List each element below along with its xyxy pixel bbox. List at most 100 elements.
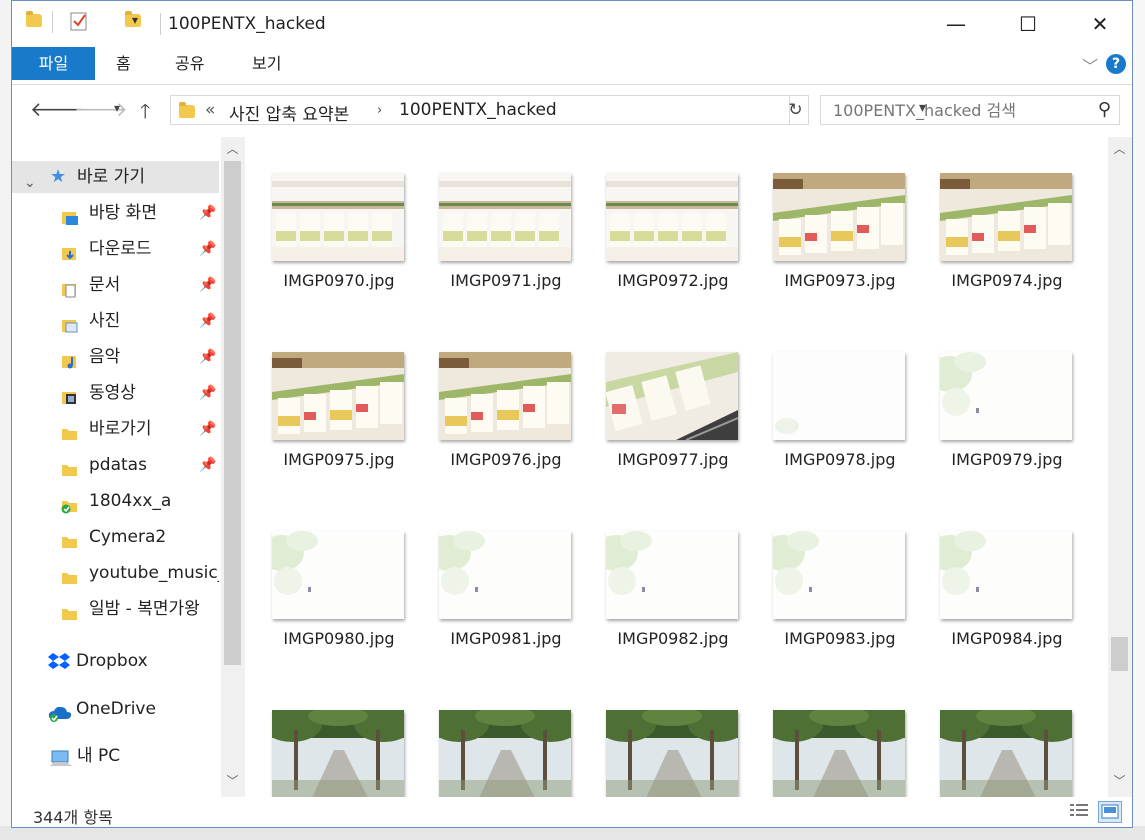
image-thumbnail[interactable]: [606, 531, 738, 619]
search-input[interactable]: [831, 100, 1085, 121]
breadcrumb-parent[interactable]: 사진 압축 요약본: [229, 100, 349, 125]
file-tile[interactable]: IMGP0971.jpg: [426, 159, 586, 309]
pin-icon[interactable]: 📌: [199, 413, 216, 445]
search-box[interactable]: ⚲: [820, 95, 1120, 125]
sidebar-item-3[interactable]: 문서 📌: [12, 269, 219, 301]
refresh-icon[interactable]: ↻: [783, 95, 809, 125]
image-thumbnail[interactable]: [606, 173, 738, 261]
file-tile[interactable]: IMGP0973.jpg: [760, 159, 920, 309]
sidebar-item-11[interactable]: youtube_music_: [12, 557, 219, 589]
search-icon[interactable]: ⚲: [1098, 99, 1111, 120]
properties-check-icon[interactable]: [70, 11, 88, 31]
recent-locations-chevron-icon[interactable]: ▾: [114, 101, 120, 115]
image-thumbnail[interactable]: [439, 352, 571, 440]
image-thumbnail[interactable]: [439, 710, 571, 797]
file-tile[interactable]: IMGP0977.jpg: [593, 338, 753, 488]
help-button[interactable]: ?: [1106, 54, 1126, 74]
file-tile[interactable]: IMGP0974.jpg: [927, 159, 1087, 309]
tab-view[interactable]: 보기: [252, 47, 281, 80]
scroll-down-arrow-icon[interactable]: ﹀: [224, 773, 241, 790]
image-thumbnail[interactable]: [606, 352, 738, 440]
scroll-down-arrow-icon[interactable]: ﹀: [1111, 773, 1128, 790]
breadcrumb-separator-icon[interactable]: ›: [377, 103, 382, 118]
tab-file[interactable]: 파일: [12, 47, 95, 80]
sidebar-item-this-pc[interactable]: 내 PC: [12, 740, 219, 772]
file-tile[interactable]: IMGP0978.jpg: [760, 338, 920, 488]
file-name: IMGP0979.jpg: [951, 450, 1063, 469]
image-thumbnail[interactable]: [940, 531, 1072, 619]
customize-toolbar-dropdown-icon[interactable]: ▾: [132, 13, 138, 27]
nav-pane-scrollbar[interactable]: ︿ ﹀: [221, 137, 245, 797]
sidebar-item-12[interactable]: 일밤 - 복면가왕: [12, 593, 219, 625]
sidebar-item-9[interactable]: 1804xx_a: [12, 485, 219, 517]
sidebar-item-8[interactable]: pdatas 📌: [12, 449, 219, 481]
sidebar-item-4[interactable]: 사진 📌: [12, 305, 219, 337]
file-tile[interactable]: IMGP0970.jpg: [259, 159, 419, 309]
file-tile[interactable]: IMGP0984.jpg: [927, 517, 1087, 667]
file-tile[interactable]: [426, 696, 586, 797]
pin-icon[interactable]: 📌: [199, 269, 216, 301]
file-tile[interactable]: IMGP0980.jpg: [259, 517, 419, 667]
file-tile[interactable]: IMGP0972.jpg: [593, 159, 753, 309]
large-icons-view-icon[interactable]: [1098, 801, 1122, 823]
nav-scroll-thumb[interactable]: [224, 161, 241, 665]
pin-icon[interactable]: 📌: [199, 197, 216, 229]
pin-icon[interactable]: 📌: [199, 305, 216, 337]
image-thumbnail[interactable]: [773, 173, 905, 261]
file-tile[interactable]: IMGP0982.jpg: [593, 517, 753, 667]
file-tile[interactable]: IMGP0975.jpg: [259, 338, 419, 488]
tab-share[interactable]: 공유: [175, 47, 204, 80]
maximize-button[interactable]: ☐: [1004, 1, 1052, 47]
image-thumbnail[interactable]: [606, 710, 738, 797]
pin-icon[interactable]: 📌: [199, 341, 216, 373]
sidebar-item-quick-access[interactable]: ⌄ ★ 바로 가기: [12, 161, 219, 193]
breadcrumb-current[interactable]: 100PENTX_hacked: [399, 100, 557, 120]
pin-icon[interactable]: 📌: [199, 233, 216, 265]
scroll-up-arrow-icon[interactable]: ︿: [224, 141, 241, 158]
up-arrow-icon[interactable]: 🡑: [140, 97, 150, 131]
image-thumbnail[interactable]: [940, 173, 1072, 261]
file-tile[interactable]: [259, 696, 419, 797]
navigation-pane: ⌄ ★ 바로 가기 바탕 화면 📌 다운로드 📌 문서 📌 사진 📌 음악 📌 동영상 📌 바로가기 📌 p…: [12, 137, 246, 797]
file-tile[interactable]: IMGP0983.jpg: [760, 517, 920, 667]
file-tile[interactable]: IMGP0976.jpg: [426, 338, 586, 488]
sidebar-item-2[interactable]: 다운로드 📌: [12, 233, 219, 265]
details-view-icon[interactable]: [1068, 801, 1092, 823]
close-button[interactable]: ✕: [1076, 1, 1124, 47]
image-thumbnail[interactable]: [773, 710, 905, 797]
pin-icon[interactable]: 📌: [199, 377, 216, 409]
image-thumbnail[interactable]: [272, 710, 404, 797]
pin-icon[interactable]: 📌: [199, 449, 216, 481]
address-bar[interactable]: « 사진 압축 요약본 › 100PENTX_hacked ▾: [170, 95, 926, 125]
sidebar-item-6[interactable]: 동영상 📌: [12, 377, 219, 409]
expand-chevron-icon[interactable]: ⌄: [24, 167, 36, 193]
file-tile[interactable]: [593, 696, 753, 797]
image-thumbnail[interactable]: [773, 531, 905, 619]
image-thumbnail[interactable]: [272, 173, 404, 261]
image-thumbnail[interactable]: [940, 710, 1072, 797]
minimize-button[interactable]: —: [932, 1, 980, 47]
file-tile[interactable]: IMGP0979.jpg: [927, 338, 1087, 488]
expand-ribbon-chevron-icon[interactable]: ﹀: [1082, 53, 1098, 77]
image-thumbnail[interactable]: [272, 352, 404, 440]
content-scrollbar[interactable]: ︿ ﹀: [1108, 137, 1132, 797]
image-thumbnail[interactable]: [439, 531, 571, 619]
content-scroll-thumb[interactable]: [1111, 637, 1128, 671]
sidebar-item-5[interactable]: 음악 📌: [12, 341, 219, 373]
scroll-up-arrow-icon[interactable]: ︿: [1111, 141, 1128, 158]
image-thumbnail[interactable]: [439, 173, 571, 261]
desktop-background-right: [1133, 0, 1145, 840]
image-thumbnail[interactable]: [773, 352, 905, 440]
sidebar-item-7[interactable]: 바로가기 📌: [12, 413, 219, 445]
file-tile[interactable]: IMGP0981.jpg: [426, 517, 586, 667]
file-tile[interactable]: [760, 696, 920, 797]
image-thumbnail[interactable]: [940, 352, 1072, 440]
file-tile[interactable]: [927, 696, 1087, 797]
tab-home[interactable]: 홈: [116, 47, 131, 80]
sidebar-item-10[interactable]: Cymera2: [12, 521, 219, 553]
image-thumbnail[interactable]: [272, 531, 404, 619]
sidebar-item-onedrive[interactable]: OneDrive: [12, 693, 219, 725]
sidebar-item-1[interactable]: 바탕 화면 📌: [12, 197, 219, 229]
sidebar-item-dropbox[interactable]: Dropbox: [12, 645, 219, 677]
breadcrumb-overflow[interactable]: «: [205, 100, 215, 120]
